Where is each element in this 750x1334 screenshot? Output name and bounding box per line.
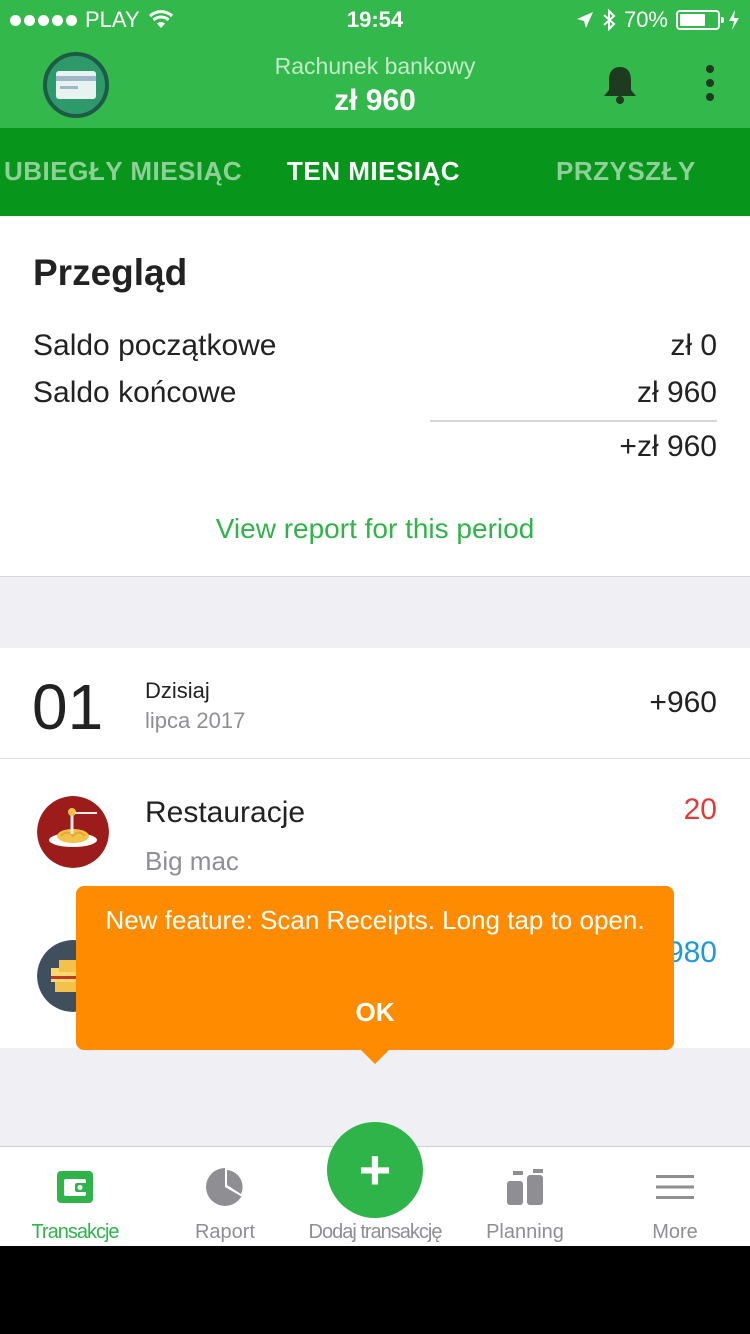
nav-more[interactable]: More [600, 1147, 750, 1246]
status-bar: PLAY 19:54 70% [0, 0, 750, 40]
opening-balance-label: Saldo początkowe [33, 329, 277, 362]
pie-chart-icon [206, 1168, 245, 1206]
restaurant-icon [37, 796, 109, 868]
bell-icon[interactable] [601, 64, 639, 104]
opening-balance-value: zł 0 [670, 329, 717, 362]
tooltip-arrow [359, 1048, 391, 1064]
view-report-link[interactable]: View report for this period [0, 513, 750, 545]
new-feature-tooltip: New feature: Scan Receipts. Long tap to … [76, 886, 674, 1064]
nav-report-label: Raport [194, 1221, 256, 1243]
overview-title: Przegląd [33, 252, 188, 293]
battery-icon [676, 10, 724, 30]
nav-transactions[interactable]: Transakcje [0, 1147, 150, 1246]
nav-planning-label: Planning [486, 1221, 564, 1243]
nav-more-label: More [652, 1221, 698, 1243]
tooltip-ok-button[interactable]: OK [76, 997, 674, 1028]
app-screen: PLAY 19:54 70% Rachunek bankowy zł 960 U… [0, 0, 750, 1246]
balance-difference: +zł 960 [619, 430, 717, 463]
add-transaction-button[interactable]: + [327, 1122, 423, 1218]
status-right: 70% [576, 7, 740, 33]
app-header: Rachunek bankowy zł 960 [0, 40, 750, 128]
bluetooth-icon [603, 9, 616, 31]
nav-transactions-label: Transakcje [31, 1221, 119, 1243]
tab-this-month[interactable]: TEN MIESIĄC [287, 156, 460, 187]
charging-icon [729, 10, 739, 30]
transaction-note: Big mac [145, 846, 239, 876]
closing-balance-label: Saldo końcowe [33, 376, 237, 409]
summary-divider [430, 420, 717, 422]
day-month: lipca 2017 [145, 708, 246, 733]
tab-last-month[interactable]: UBIEGŁY MIESIĄC [4, 156, 242, 187]
wallet-icon [57, 1171, 93, 1203]
transaction-item[interactable]: Restauracje Big mac 20 [0, 760, 750, 900]
closing-balance-value: zł 960 [636, 376, 717, 409]
nav-add-label: Dodaj transakcję [308, 1221, 443, 1243]
overview-card: Przegląd Saldo początkowe zł 0 Saldo koń… [0, 216, 750, 577]
period-tabs: UBIEGŁY MIESIĄC TEN MIESIĄC PRZYSZŁY [0, 128, 750, 216]
planning-icon [507, 1169, 543, 1205]
transaction-category: Restauracje [145, 796, 306, 829]
battery-percent: 70% [623, 7, 668, 32]
day-header: 01 Dzisiaj lipca 2017 +960 [0, 648, 750, 759]
day-number: 01 [32, 671, 104, 743]
transaction-amount: 980 [666, 936, 717, 969]
tooltip-message: New feature: Scan Receipts. Long tap to … [105, 905, 645, 935]
more-vertical-icon[interactable] [695, 62, 725, 104]
tab-future[interactable]: PRZYSZŁY [556, 156, 696, 187]
day-total: +960 [649, 686, 717, 719]
location-arrow-icon [576, 12, 593, 28]
nav-planning[interactable]: Planning [450, 1147, 600, 1246]
nav-report[interactable]: Raport [150, 1147, 300, 1246]
day-name: Dzisiaj [145, 678, 210, 703]
plus-icon: + [358, 1138, 392, 1201]
hamburger-menu-icon [656, 1175, 694, 1199]
transaction-amount: 20 [683, 793, 717, 826]
